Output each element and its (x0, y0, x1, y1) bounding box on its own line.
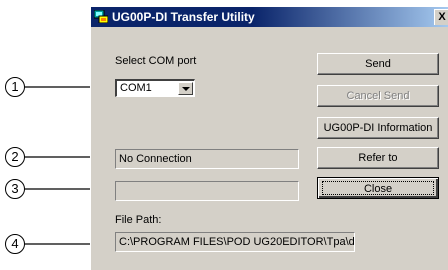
secondary-status-field (115, 181, 299, 201)
window-close-button[interactable]: X (434, 9, 448, 25)
file-path-label: File Path: (115, 214, 162, 226)
close-button-label: Close (322, 181, 434, 195)
chevron-down-icon[interactable] (178, 82, 193, 95)
information-button[interactable]: UG00P-DI Information (317, 117, 439, 139)
title-bar[interactable]: UG00P-DI Transfer Utility X (91, 7, 448, 27)
connection-status-text: No Connection (119, 153, 192, 165)
send-button[interactable]: Send (317, 53, 439, 75)
screenshot-stage: 1 2 3 4 UG00P-DI Transfer Utility X Sele… (0, 0, 448, 270)
file-path-field: C:\PROGRAM FILES\POD UG20EDITOR\Tpa\dppr… (115, 232, 355, 252)
com-port-select[interactable]: COM1 (115, 79, 195, 97)
refer-to-button[interactable]: Refer to (317, 147, 439, 169)
com-port-label: Select COM port (115, 55, 197, 67)
connection-status-field: No Connection (115, 149, 299, 169)
transfer-utility-icon (94, 10, 108, 23)
transfer-utility-window: UG00P-DI Transfer Utility X Select COM p… (90, 6, 448, 270)
close-button[interactable]: Close (317, 177, 439, 199)
cancel-send-button[interactable]: Cancel Send (317, 85, 439, 107)
com-port-value: COM1 (120, 82, 152, 94)
file-path-value: C:\PROGRAM FILES\POD UG20EDITOR\Tpa\dppr… (119, 236, 355, 248)
window-title: UG00P-DI Transfer Utility (112, 10, 255, 24)
